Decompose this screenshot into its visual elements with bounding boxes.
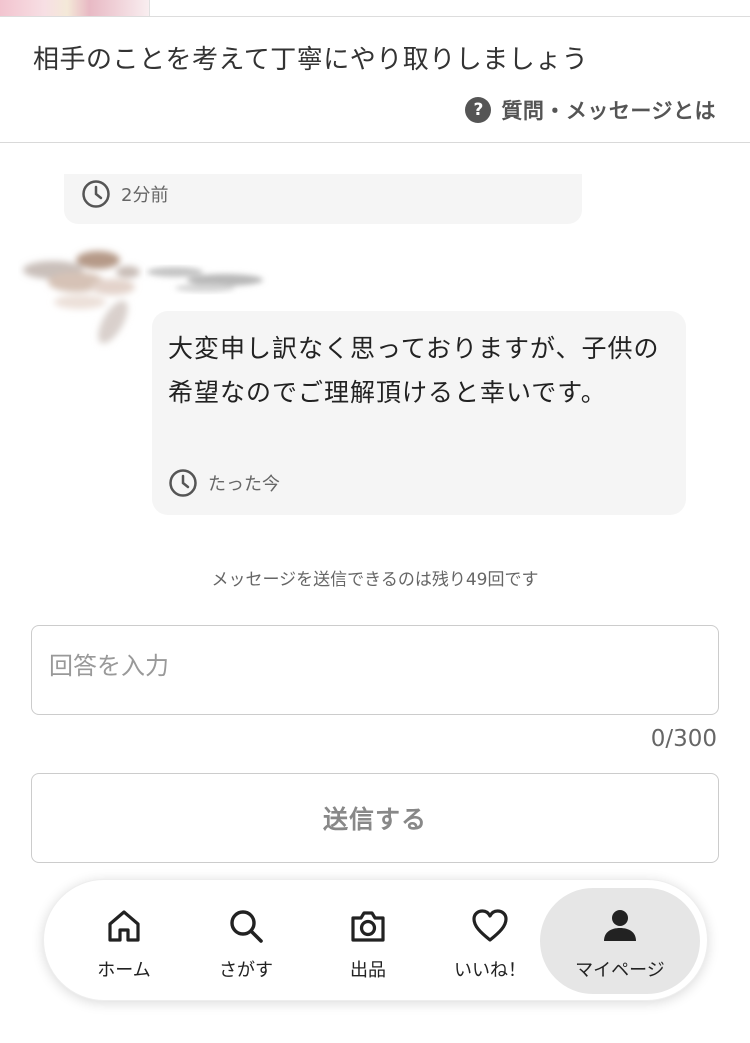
blurred-username [147, 267, 263, 292]
remaining-messages-notice: メッセージを送信できるのは残り49回です [211, 570, 539, 590]
send-button[interactable]: 送信する [31, 773, 719, 863]
blurred-avatar [23, 251, 140, 344]
heart-icon [472, 909, 508, 942]
answer-input[interactable] [31, 625, 719, 715]
message-bubble: 大変申し訳なく思っておりますが、子供の希望なのでご理解頂けると幸いです。 たった… [152, 311, 686, 515]
nav-item-sell[interactable]: 出品 [308, 888, 428, 994]
nav-item-search[interactable]: さがす [186, 888, 306, 994]
nav-item-likes[interactable]: いいね！ [430, 888, 550, 994]
nav-item-mypage[interactable]: マイページ [540, 888, 700, 994]
nav-label-mypage: マイページ [575, 960, 665, 981]
home-icon [108, 910, 140, 942]
message-text: 大変申し訳なく思っておりますが、子供の希望なのでご理解頂けると幸いです。 [168, 334, 660, 407]
nav-label-likes: いいね！ [454, 960, 526, 981]
nav-label-home: ホーム [97, 960, 151, 981]
previous-message-bubble: 2分前 [64, 174, 582, 224]
message-header: 相手のことを考えて丁寧にやり取りしましょう ? 質問・メッセージとは [0, 17, 750, 143]
timestamp-text: たった今 [208, 474, 280, 495]
product-thumbnail-strip [0, 0, 150, 16]
help-circle-icon: ? [465, 97, 492, 123]
nav-item-home[interactable]: ホーム [64, 888, 184, 994]
message-timestamp: たった今 [168, 468, 280, 498]
timestamp-text: 2分前 [121, 185, 169, 206]
bottom-navigation: ホーム さがす 出品 いいね！ マイページ [43, 879, 708, 1001]
nav-label-search: さがす [219, 960, 273, 981]
message-timestamp: 2分前 [81, 179, 168, 209]
clock-icon [82, 180, 110, 208]
clock-icon [169, 469, 197, 497]
page-title: 相手のことを考えて丁寧にやり取りしましょう [33, 45, 589, 75]
camera-icon [351, 911, 385, 942]
help-link[interactable]: ? 質問・メッセージとは [465, 95, 716, 125]
search-icon [230, 910, 263, 943]
help-link-label: 質問・メッセージとは [501, 99, 716, 123]
person-icon [604, 910, 636, 941]
nav-label-sell: 出品 [350, 960, 386, 981]
character-counter: 0/300 [650, 726, 717, 752]
